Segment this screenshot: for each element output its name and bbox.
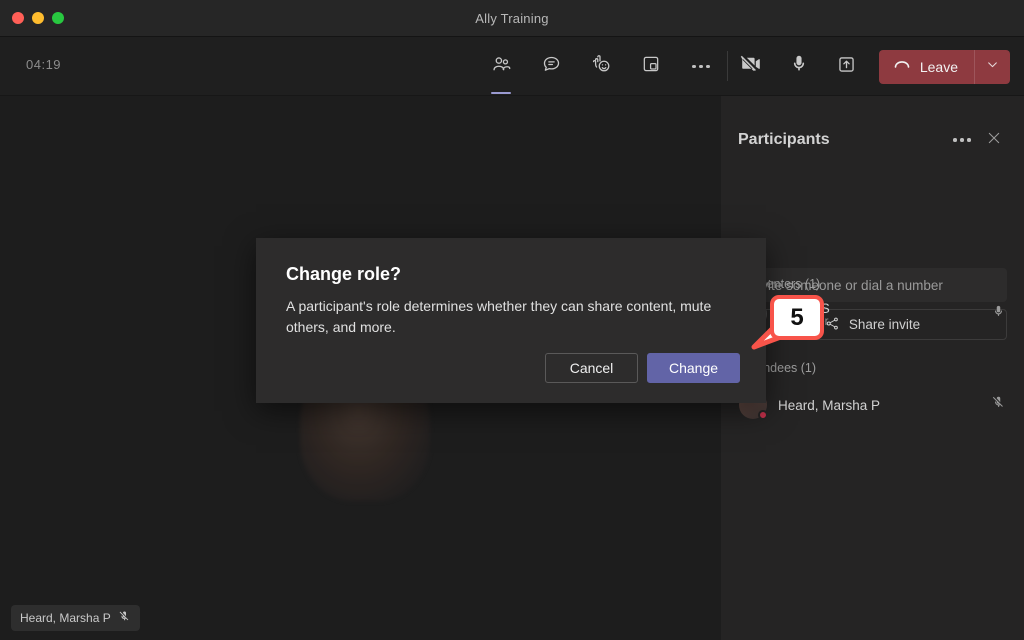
window-minimize-button[interactable] <box>32 12 44 24</box>
participants-panel: Participants Share invite Presenters (1) <box>721 96 1024 640</box>
more-options-icon <box>953 138 971 142</box>
toolbar-divider <box>727 51 728 81</box>
window-title: Ally Training <box>475 10 549 26</box>
list-item-label: Heard, Marsha P <box>778 398 991 413</box>
reactions-button[interactable] <box>585 51 617 83</box>
hang-up-icon <box>892 55 912 78</box>
reactions-icon <box>590 53 612 80</box>
teams-meeting-window: Ally Training 04:19 Leave Heard, Marsha … <box>0 0 1024 640</box>
window-maximize-button[interactable] <box>52 12 64 24</box>
microphone-toggle-button[interactable] <box>783 51 815 83</box>
cancel-button[interactable]: Cancel <box>545 353 638 383</box>
close-icon <box>986 130 1002 151</box>
more-options-icon <box>692 64 710 69</box>
microphone-icon <box>788 53 810 80</box>
people-button[interactable] <box>485 51 517 94</box>
chat-button[interactable] <box>535 51 567 83</box>
breakout-rooms-icon <box>641 54 661 79</box>
participant-name: Heard, Marsha P <box>778 397 881 413</box>
change-role-dialog: Change role? A participant's role determ… <box>256 238 766 403</box>
step-callout: 5 <box>751 295 824 350</box>
microphone-icon <box>991 304 1006 324</box>
breakout-rooms-button[interactable] <box>635 51 667 83</box>
chat-icon <box>541 54 562 80</box>
status-badge <box>758 410 768 420</box>
leave-button[interactable]: Leave <box>878 49 1010 84</box>
toolbar-center-group <box>485 37 717 96</box>
participant-mic-button[interactable] <box>991 304 1006 324</box>
panel-close-button[interactable] <box>982 128 1006 152</box>
toolbar-right-group: Leave <box>735 37 1010 96</box>
participant-mic-button[interactable] <box>991 395 1006 415</box>
list-item[interactable]: Heard, Marsha P <box>721 383 1024 427</box>
leave-dropdown-button[interactable] <box>975 50 1010 84</box>
people-icon <box>491 54 512 80</box>
chevron-down-icon <box>986 58 999 76</box>
share-screen-icon <box>836 54 857 80</box>
dialog-body: A participant's role determines whether … <box>286 298 712 336</box>
microphone-muted-icon <box>991 395 1006 415</box>
microphone-muted-icon <box>118 610 131 626</box>
dialog-title: Change role? <box>286 264 402 284</box>
leave-button-label: Leave <box>919 58 958 75</box>
camera-toggle-button[interactable] <box>735 51 767 83</box>
window-title-bar: Ally Training <box>0 0 1024 37</box>
page-title: Participants <box>738 131 830 148</box>
panel-more-options-button[interactable] <box>950 128 974 152</box>
meeting-timer: 04:19 <box>26 57 62 72</box>
camera-off-icon <box>739 52 763 81</box>
change-button[interactable]: Change <box>647 353 740 383</box>
window-controls <box>12 12 64 24</box>
stage-name-chip: Heard, Marsha P <box>11 605 140 631</box>
window-close-button[interactable] <box>12 12 24 24</box>
leave-button-main[interactable]: Leave <box>879 50 974 84</box>
callout-number: 5 <box>770 295 824 340</box>
more-options-button[interactable] <box>685 51 717 83</box>
participants-panel-header: Participants <box>721 123 1024 157</box>
dialog-actions: Cancel Change <box>545 353 740 383</box>
share-screen-button[interactable] <box>831 51 863 83</box>
stage-name-label: Heard, Marsha P <box>20 611 111 625</box>
